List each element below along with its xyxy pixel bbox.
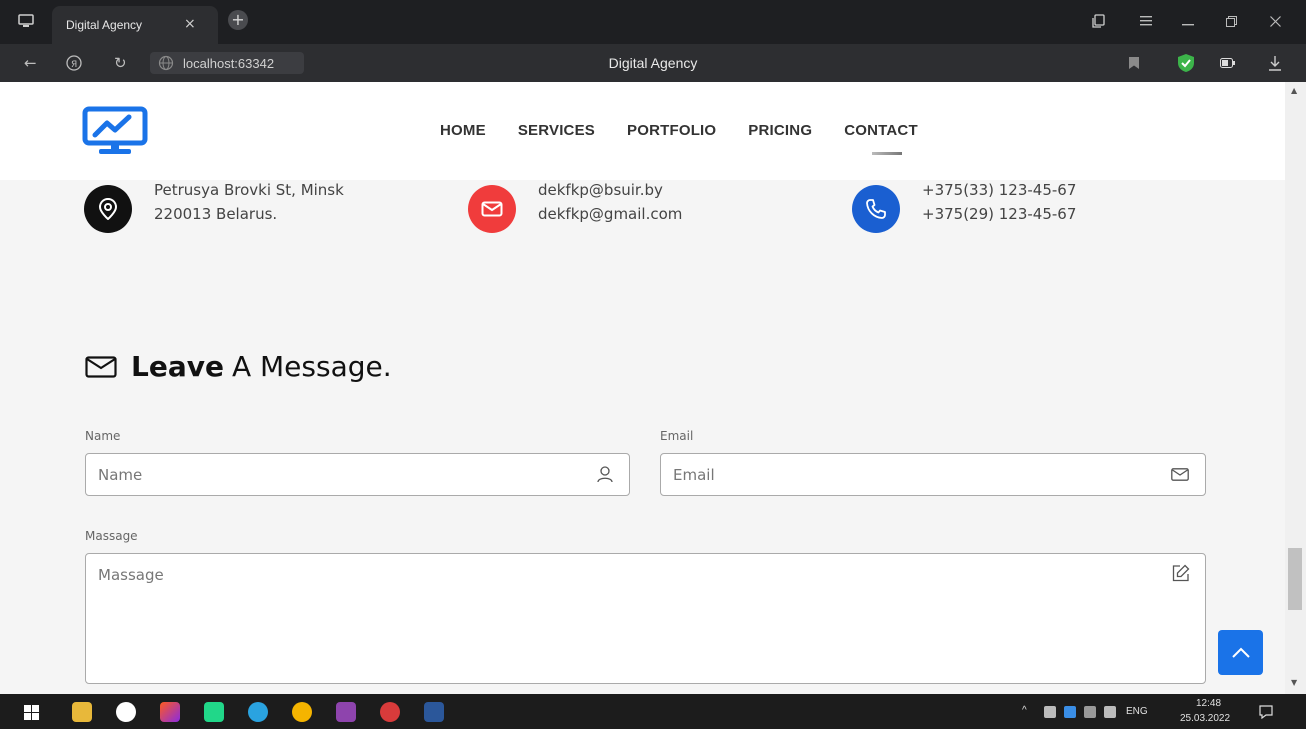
browser-tab[interactable]: Digital Agency ×	[52, 6, 218, 44]
app-icon-t[interactable]	[380, 702, 400, 722]
form-title: Leave A Message.	[85, 350, 392, 383]
tray-volume-icon[interactable]	[1104, 706, 1116, 718]
email-text: dekfkp@bsuir.by dekfkp@gmail.com	[538, 178, 682, 226]
app-icon-ccleaner[interactable]	[160, 702, 180, 722]
browser-tab-bar: Digital Agency × +	[0, 0, 1306, 44]
word-icon[interactable]	[424, 702, 444, 722]
tray-wifi-icon[interactable]	[1084, 706, 1096, 718]
scroll-thumb[interactable]	[1288, 548, 1302, 610]
new-tab-button[interactable]: +	[228, 10, 248, 30]
monitor-chart-logo-icon[interactable]	[82, 106, 152, 156]
tray-network-icon[interactable]	[1064, 706, 1076, 718]
email-field-box	[660, 453, 1206, 496]
contact-email: dekfkp@bsuir.by dekfkp@gmail.com	[468, 181, 682, 233]
phone-icon	[852, 185, 900, 233]
message-textarea[interactable]	[86, 554, 1205, 683]
address-line-1: Petrusya Brovki St, Minsk	[154, 181, 344, 199]
phone-line-1[interactable]: +375(33) 123-45-67	[922, 178, 1076, 202]
minimize-icon[interactable]	[1182, 24, 1194, 26]
pycharm-icon[interactable]	[204, 702, 224, 722]
address-text: Petrusya Brovki St, Minsk 220013 Belarus…	[154, 178, 344, 226]
windows-taskbar: ^ ENG 12:48 25.03.2022	[0, 694, 1306, 729]
yandex-browser-icon[interactable]	[116, 702, 136, 722]
phone-text: +375(33) 123-45-67 +375(29) 123-45-67	[922, 178, 1076, 226]
name-field-box	[85, 453, 630, 496]
file-explorer-icon[interactable]	[72, 702, 92, 722]
nav-pricing[interactable]: PRICING	[748, 122, 812, 139]
telegram-icon[interactable]	[248, 702, 268, 722]
envelope-field-icon	[1171, 468, 1189, 481]
message-label: Massage	[85, 529, 138, 543]
form-title-rest: A Message.	[231, 350, 392, 383]
app-icon-player[interactable]	[292, 702, 312, 722]
protect-shield-icon[interactable]	[1176, 53, 1196, 73]
form-title-bold: Leave	[131, 350, 224, 383]
nav-contact[interactable]: CONTACT	[844, 122, 918, 155]
visual-studio-icon[interactable]	[336, 702, 356, 722]
message-field-box	[85, 553, 1206, 684]
menu-icon[interactable]	[1140, 16, 1152, 26]
battery-icon[interactable]	[1220, 58, 1236, 68]
restore-icon[interactable]	[1226, 16, 1237, 27]
phone-line-2[interactable]: +375(29) 123-45-67	[922, 202, 1076, 226]
envelope-outline-icon	[85, 355, 117, 378]
page-scrollbar[interactable]: ▲ ▼	[1285, 82, 1306, 694]
tray-app-icon[interactable]	[1044, 706, 1056, 718]
tray-chevron-up-icon[interactable]: ^	[1022, 705, 1027, 716]
bookmark-icon[interactable]	[1128, 56, 1140, 70]
email-line-2[interactable]: dekfkp@gmail.com	[538, 202, 682, 226]
address-line-2: 220013 Belarus.	[154, 205, 278, 223]
notification-icon[interactable]	[1259, 705, 1273, 719]
nav-portfolio[interactable]: PORTFOLIO	[627, 122, 716, 139]
name-label: Name	[85, 429, 121, 443]
nav-home[interactable]: HOME	[440, 122, 486, 139]
windows-start-icon[interactable]	[24, 705, 39, 720]
download-icon[interactable]	[1268, 55, 1282, 71]
close-window-icon[interactable]	[1270, 16, 1281, 27]
page-title: Digital Agency	[608, 55, 698, 71]
email-input[interactable]	[661, 454, 1205, 495]
tab-close-icon[interactable]: ×	[184, 16, 196, 32]
tray-language[interactable]: ENG	[1126, 706, 1148, 717]
edit-icon	[1172, 564, 1190, 582]
email-label: Email	[660, 429, 694, 443]
tray-time[interactable]: 12:48	[1196, 698, 1221, 709]
scroll-to-top-button[interactable]	[1218, 630, 1263, 675]
tabs-menu-icon[interactable]	[18, 14, 34, 28]
envelope-icon	[468, 185, 516, 233]
user-icon	[597, 466, 613, 483]
name-input[interactable]	[86, 454, 629, 495]
contact-address: Petrusya Brovki St, Minsk 220013 Belarus…	[84, 181, 344, 233]
main-nav: HOME SERVICES PORTFOLIO PRICING CONTACT	[440, 122, 918, 155]
email-line-1[interactable]: dekfkp@bsuir.by	[538, 178, 682, 202]
collections-icon[interactable]	[1092, 14, 1106, 28]
chevron-up-icon	[1231, 647, 1250, 658]
browser-address-bar: ← Я ↻ localhost:63342 Digital Agency	[0, 44, 1306, 82]
contact-phone: +375(33) 123-45-67 +375(29) 123-45-67	[852, 181, 1076, 233]
tray-date[interactable]: 25.03.2022	[1180, 713, 1230, 724]
location-pin-icon	[84, 185, 132, 233]
scroll-down-arrow-icon[interactable]: ▼	[1291, 678, 1297, 687]
tab-title: Digital Agency	[66, 18, 143, 32]
site-header: HOME SERVICES PORTFOLIO PRICING CONTACT	[0, 82, 1285, 180]
nav-services[interactable]: SERVICES	[518, 122, 595, 139]
scroll-up-arrow-icon[interactable]: ▲	[1291, 86, 1297, 95]
